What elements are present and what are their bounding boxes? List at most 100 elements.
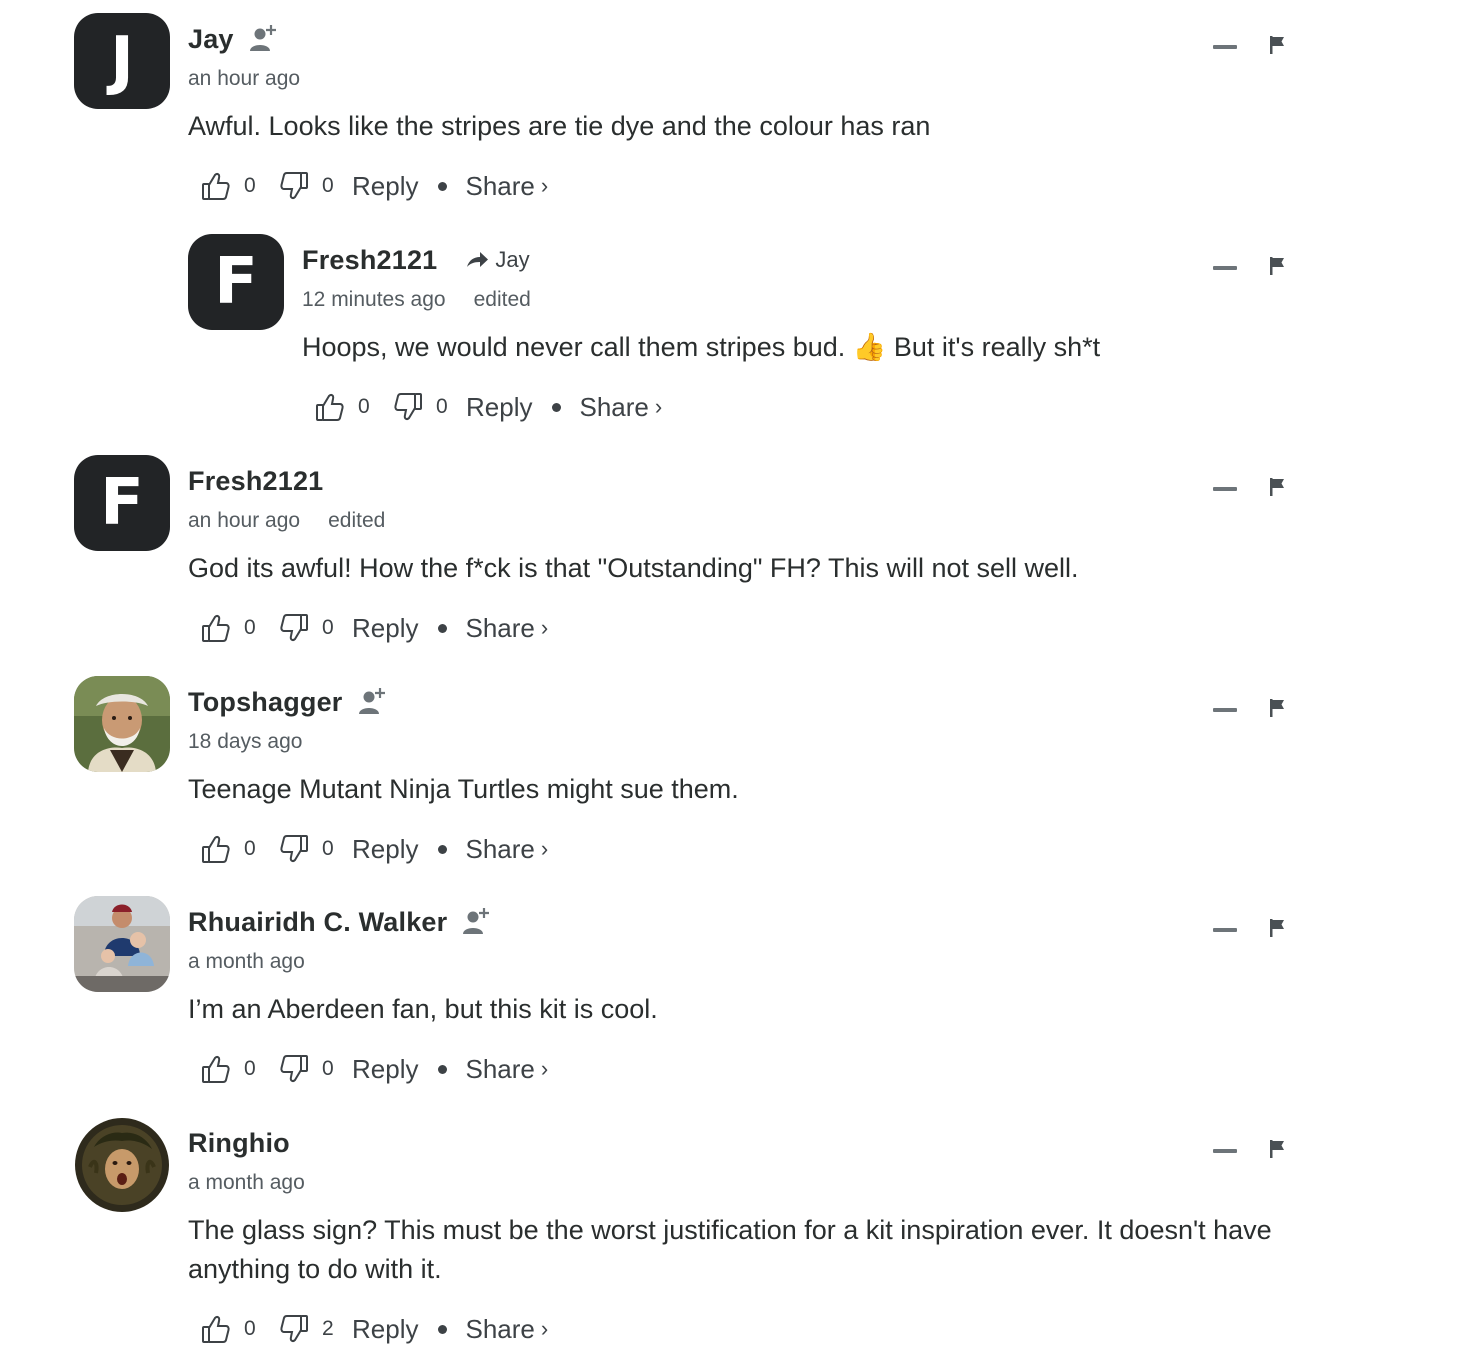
- flag-icon[interactable]: [1269, 256, 1287, 276]
- timestamp[interactable]: 18 days ago: [188, 730, 302, 754]
- minimize-icon[interactable]: [1213, 266, 1237, 270]
- avatar[interactable]: [74, 676, 170, 772]
- follow-user-icon[interactable]: [248, 23, 280, 55]
- flag-icon[interactable]: [1269, 918, 1287, 938]
- thumbs-down-icon: [280, 1315, 308, 1342]
- downvote-button[interactable]: 0: [278, 833, 346, 865]
- avatar[interactable]: J: [74, 13, 170, 109]
- separator-dot: [438, 1324, 448, 1334]
- flag-icon[interactable]: [1269, 477, 1287, 497]
- share-button[interactable]: Share ›: [465, 171, 548, 202]
- avatar-photo-family-icon: [74, 896, 170, 992]
- author-name[interactable]: Fresh2121: [188, 466, 323, 497]
- upvote-button[interactable]: 0: [200, 1313, 268, 1345]
- share-button[interactable]: Share ›: [465, 834, 548, 865]
- separator-dot: [438, 623, 448, 633]
- chevron-right-icon: ›: [654, 394, 663, 419]
- avatar[interactable]: F: [188, 234, 284, 330]
- upvote-count: 0: [244, 174, 256, 197]
- follow-user-icon[interactable]: [461, 906, 493, 938]
- share-button[interactable]: Share ›: [465, 1314, 548, 1345]
- thumbs-down-icon: [394, 393, 422, 420]
- share-label: Share: [465, 170, 535, 201]
- comment-text: Awful. Looks like the stripes are tie dy…: [188, 111, 931, 141]
- downvote-count: 0: [322, 616, 334, 639]
- comment-text: The glass sign? This must be the worst j…: [188, 1215, 1272, 1284]
- share-button[interactable]: Share ›: [465, 613, 548, 644]
- separator-dot: [438, 1064, 448, 1074]
- share-label: Share: [465, 833, 535, 864]
- thumbs-up-icon: [202, 173, 230, 200]
- author-name[interactable]: Rhuairidh C. Walker: [188, 907, 447, 938]
- flag-icon[interactable]: [1269, 698, 1287, 718]
- upvote-count: 0: [358, 395, 370, 418]
- downvote-button[interactable]: 0: [278, 1053, 346, 1085]
- avatar[interactable]: [74, 896, 170, 992]
- upvote-count: 0: [244, 837, 256, 860]
- edited-label: edited: [328, 509, 386, 532]
- reply-button[interactable]: Reply: [352, 834, 418, 865]
- timestamp[interactable]: an hour ago: [188, 509, 300, 533]
- downvote-button[interactable]: 0: [278, 612, 346, 644]
- thumbs-up-icon: [202, 1316, 230, 1343]
- chevron-right-icon: ›: [540, 1316, 549, 1341]
- thumbs-down-icon: [280, 835, 308, 862]
- upvote-button[interactable]: 0: [200, 1053, 268, 1085]
- downvote-button[interactable]: 2: [278, 1313, 346, 1345]
- avatar-photo-old-master-icon: [74, 676, 170, 772]
- timestamp[interactable]: 12 minutes ago: [302, 288, 446, 312]
- reply-button[interactable]: Reply: [352, 1054, 418, 1085]
- downvote-button[interactable]: 0: [392, 391, 460, 423]
- minimize-icon[interactable]: [1213, 708, 1237, 712]
- share-label: Share: [465, 1053, 535, 1084]
- timestamp[interactable]: a month ago: [188, 950, 305, 974]
- author-name[interactable]: Topshagger: [188, 687, 343, 718]
- flag-icon[interactable]: [1269, 1139, 1287, 1159]
- reply-button[interactable]: Reply: [352, 1314, 418, 1345]
- thumbs-up-icon: [202, 836, 230, 863]
- comment-text: Teenage Mutant Ninja Turtles might sue t…: [188, 774, 739, 804]
- edited-label: edited: [473, 288, 531, 311]
- downvote-count: 0: [322, 1057, 334, 1080]
- upvote-button[interactable]: 0: [200, 170, 268, 202]
- share-button[interactable]: Share ›: [579, 392, 662, 423]
- reply-button[interactable]: Reply: [352, 613, 418, 644]
- thumbs-down-icon: [280, 172, 308, 199]
- author-name[interactable]: Jay: [188, 24, 234, 55]
- upvote-count: 0: [244, 1057, 256, 1080]
- downvote-count: 0: [436, 395, 448, 418]
- upvote-button[interactable]: 0: [200, 612, 268, 644]
- thumbs-down-icon: [280, 614, 308, 641]
- thumbs-up-icon: [316, 394, 344, 421]
- downvote-button[interactable]: 0: [278, 170, 346, 202]
- share-button[interactable]: Share ›: [465, 1054, 548, 1085]
- author-name[interactable]: Fresh2121: [302, 245, 437, 276]
- upvote-button[interactable]: 0: [314, 391, 382, 423]
- author-name[interactable]: Ringhio: [188, 1128, 290, 1159]
- timestamp[interactable]: an hour ago: [188, 67, 300, 91]
- comment-text: God its awful! How the f*ck is that "Out…: [188, 553, 1079, 583]
- avatar[interactable]: F: [74, 455, 170, 551]
- reply-to[interactable]: Jay: [465, 247, 530, 273]
- timestamp[interactable]: a month ago: [188, 1171, 305, 1195]
- upvote-count: 0: [244, 616, 256, 639]
- share-label: Share: [579, 391, 649, 422]
- follow-user-icon[interactable]: [357, 686, 389, 718]
- minimize-icon[interactable]: [1213, 928, 1237, 932]
- chevron-right-icon: ›: [540, 836, 549, 861]
- minimize-icon[interactable]: [1213, 1149, 1237, 1153]
- downvote-count: 0: [322, 174, 334, 197]
- reply-to-name: Jay: [495, 247, 530, 272]
- share-label: Share: [465, 1313, 535, 1344]
- upvote-button[interactable]: 0: [200, 833, 268, 865]
- comment-text: I’m an Aberdeen fan, but this kit is coo…: [188, 994, 658, 1024]
- minimize-icon[interactable]: [1213, 487, 1237, 491]
- avatar-photo-medusa-icon: [74, 1117, 170, 1213]
- reply-button[interactable]: Reply: [352, 171, 418, 202]
- avatar[interactable]: [74, 1117, 170, 1213]
- reply-arrow-icon: [467, 252, 489, 267]
- flag-icon[interactable]: [1269, 35, 1287, 55]
- minimize-icon[interactable]: [1213, 45, 1237, 49]
- reply-button[interactable]: Reply: [466, 392, 532, 423]
- separator-dot: [438, 844, 448, 854]
